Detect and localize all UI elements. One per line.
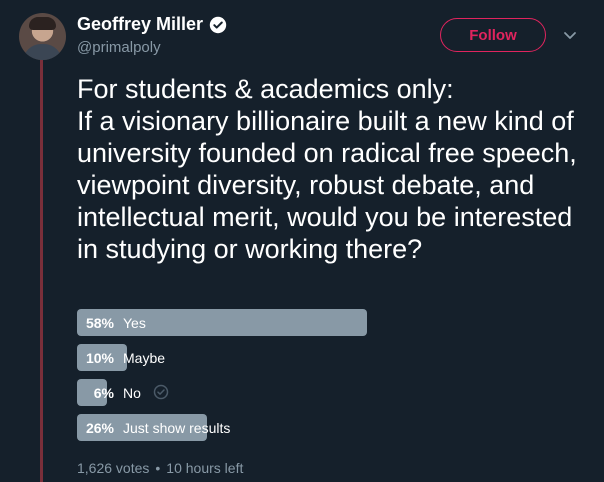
avatar-body — [23, 44, 62, 60]
verified-icon — [209, 16, 227, 34]
follow-button[interactable]: Follow — [440, 18, 546, 52]
time-left: 10 hours left — [166, 460, 244, 476]
poll-option-maybe[interactable]: 10% Maybe — [77, 344, 477, 371]
poll-percent: 58% — [85, 315, 114, 331]
avatar[interactable] — [19, 13, 66, 60]
poll-option-no[interactable]: 6% No — [77, 379, 477, 406]
tweet-line-question: If a visionary billionaire built a new k… — [77, 106, 577, 264]
thread-line — [40, 58, 43, 482]
poll-option-show-results[interactable]: 26% Just show results — [77, 414, 477, 441]
poll-percent: 6% — [93, 385, 114, 401]
name-row: Geoffrey Miller — [77, 14, 227, 35]
tweet-line-intro: For students & academics only: — [77, 74, 454, 104]
poll-label: Just show results — [123, 420, 231, 436]
poll-percent: 26% — [85, 420, 114, 436]
poll-option-yes[interactable]: 58% Yes — [77, 309, 477, 336]
avatar-hair — [29, 17, 56, 30]
poll: 58% Yes 10% Maybe 6% No 26% Just show re… — [77, 309, 477, 449]
meta-separator: • — [155, 460, 161, 476]
poll-bar — [77, 309, 367, 336]
tweet-text: For students & academics only: If a visi… — [77, 73, 582, 265]
poll-label: Maybe — [123, 350, 166, 366]
chevron-down-icon[interactable] — [563, 28, 577, 42]
poll-label: Yes — [123, 315, 146, 331]
poll-percent: 10% — [85, 350, 114, 366]
poll-meta: 1,626 votes • 10 hours left — [77, 460, 243, 476]
vote-count: 1,626 votes — [77, 460, 150, 476]
check-circle-icon — [153, 384, 169, 400]
display-name[interactable]: Geoffrey Miller — [77, 14, 203, 35]
poll-label: No — [123, 385, 141, 401]
user-handle[interactable]: @primalpoly — [77, 39, 161, 56]
